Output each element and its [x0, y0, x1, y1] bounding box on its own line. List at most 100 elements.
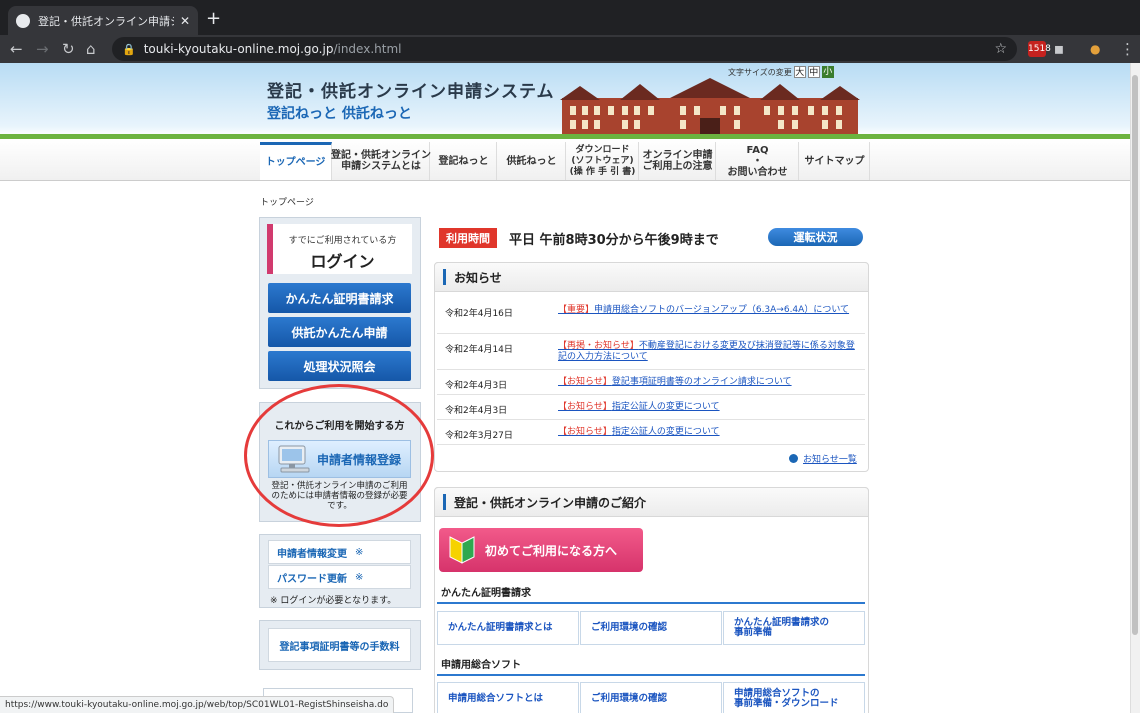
site-title[interactable]: 登記・供託オンライン申請システム — [267, 77, 555, 102]
first-time-label: 初めてご利用になる方へ — [485, 543, 618, 558]
login-heading-big: ログイン — [310, 252, 375, 271]
change-applicant-info-link[interactable]: 申請者情報変更 ※ — [268, 540, 411, 564]
news-header: お知らせ — [434, 262, 869, 292]
news-tag: 【再掲・お知らせ】 — [558, 341, 639, 351]
cell-easy-certificate-prep[interactable]: かんたん証明書請求の 事前準備 — [723, 611, 865, 645]
login-required-mark: ※ — [355, 571, 364, 583]
heading-bar — [443, 269, 446, 285]
hours-badge: 利用時間 — [439, 228, 497, 248]
address-bar[interactable]: 🔒 touki-kyoutaku-online.moj.go.jp /index… — [112, 37, 1017, 61]
news-item: 令和2年4月14日 【再掲・お知らせ】不動産登記における変更及び抹消登記等に係る… — [437, 334, 865, 370]
news-item: 令和2年4月3日 【お知らせ】指定公証人の変更について — [437, 395, 865, 420]
hours-text: 平日 午前8時30分から午後9時まで — [509, 233, 719, 248]
new-tab-icon[interactable]: + — [206, 8, 221, 29]
section-title-general-software: 申請用総合ソフト — [437, 656, 865, 676]
certificate-fee-link[interactable]: 登記事項証明書等の手数料 — [268, 628, 411, 662]
update-password-link[interactable]: パスワード更新 ※ — [268, 565, 411, 589]
menu-dots-icon[interactable]: ⋮ — [1120, 39, 1135, 59]
ministry-building-image — [560, 78, 860, 134]
tab-title: 登記・供託オンライン申請システム — [38, 14, 174, 28]
news-link[interactable]: 【お知らせ】指定公証人の変更について — [558, 402, 858, 413]
news-all-link[interactable]: お知らせ一覧 — [789, 452, 857, 465]
news-text: 申請用総合ソフトのバージョンアップ（6.3A→6.4A）について — [594, 305, 850, 315]
profile-avatar-icon[interactable]: ● — [1090, 39, 1100, 59]
login-required-note: ※ ログインが必要となります。 — [270, 596, 397, 606]
news-all-label: お知らせ一覧 — [803, 455, 857, 465]
news-tag: 【お知らせ】 — [558, 377, 612, 387]
news-item: 令和2年3月27日 【お知らせ】指定公証人の変更について — [437, 420, 865, 445]
browser-tab[interactable]: 登記・供託オンライン申請システム ✕ — [8, 6, 198, 35]
news-tag: 【重要】 — [558, 305, 595, 315]
cell-environment-check[interactable]: ご利用環境の確認 — [580, 682, 722, 713]
first-time-user-button[interactable]: 初めてご利用になる方へ — [439, 528, 643, 572]
section-title-easy-certificate: かんたん証明書請求 — [437, 584, 865, 604]
font-large-button[interactable]: 大 — [793, 66, 806, 78]
browser-tabstrip: 登記・供託オンライン申請システム ✕ + — [0, 0, 1140, 35]
url-host: touki-kyoutaku-online.moj.go.jp — [143, 42, 334, 56]
login-heading: すでにご利用されている方 ログイン — [267, 224, 412, 274]
extension-badge[interactable]: 1518 — [1028, 41, 1051, 57]
red-circle-annotation — [244, 384, 434, 527]
change-applicant-info-label: 申請者情報変更 — [277, 548, 347, 560]
news-text: 指定公証人の変更について — [611, 402, 720, 412]
easy-certificate-button[interactable]: かんたん証明書請求 — [268, 283, 411, 313]
breadcrumb: トップページ — [260, 198, 314, 208]
operation-status-button[interactable]: 運転状況 — [768, 228, 863, 246]
news-text: 登記事項証明書等のオンライン請求について — [611, 377, 792, 387]
nav-about-system[interactable]: 登記・供託オンライン 申請システムとは — [331, 142, 431, 180]
login-heading-small: すでにご利用されている方 — [288, 236, 397, 246]
news-date: 令和2年4月3日 — [445, 381, 508, 391]
news-date: 令和2年4月3日 — [445, 406, 508, 416]
intro-header: 登記・供託オンライン申請のご紹介 — [434, 487, 869, 517]
scrollbar-thumb[interactable] — [1132, 75, 1138, 635]
intro-title: 登記・供託オンライン申請のご紹介 — [454, 495, 647, 510]
heading-bar — [443, 494, 446, 510]
news-title: お知らせ — [454, 270, 502, 285]
font-size-label: 文字サイズの変更 — [728, 67, 792, 77]
news-link[interactable]: 【お知らせ】登記事項証明書等のオンライン請求について — [558, 377, 858, 388]
bookmark-star-icon[interactable]: ☆ — [994, 41, 1007, 57]
browser-status-bar: https://www.touki-kyoutaku-online.moj.go… — [0, 696, 395, 713]
font-size-switcher: 文字サイズの変更 大 中 小 — [728, 66, 834, 78]
login-required-mark: ※ — [355, 546, 364, 558]
news-item: 令和2年4月3日 【お知らせ】登記事項証明書等のオンライン請求について — [437, 370, 865, 395]
font-small-button[interactable]: 小 — [821, 66, 834, 78]
cell-software-download[interactable]: 申請用総合ソフトの 事前準備・ダウンロード — [723, 682, 865, 713]
news-link[interactable]: 【再掲・お知らせ】不動産登記における変更及び抹消登記等に係る対象登記の入力方法に… — [558, 341, 858, 363]
easy-deposit-button[interactable]: 供託かんたん申請 — [268, 317, 411, 347]
arrow-circle-icon — [789, 454, 798, 463]
news-date: 令和2年3月27日 — [445, 431, 513, 441]
news-text: 指定公証人の変更について — [611, 427, 720, 437]
nav-top-page[interactable]: トップページ — [260, 142, 332, 180]
update-password-label: パスワード更新 — [277, 573, 347, 585]
forward-icon[interactable]: → — [36, 39, 49, 59]
news-tag: 【お知らせ】 — [558, 402, 612, 412]
site-favicon-icon — [16, 13, 30, 28]
cell-about-easy-certificate[interactable]: かんたん証明書請求とは — [437, 611, 579, 645]
news-tag: 【お知らせ】 — [558, 427, 612, 437]
news-date: 令和2年4月16日 — [445, 309, 513, 319]
nav-sitemap[interactable]: サイトマップ — [800, 142, 870, 180]
lock-icon: 🔒 — [122, 42, 136, 56]
status-inquiry-button[interactable]: 処理状況照会 — [268, 351, 411, 381]
news-date: 令和2年4月14日 — [445, 345, 513, 355]
nav-kyoutaku-net[interactable]: 供託ねっと — [498, 142, 566, 180]
nav-touki-net[interactable]: 登記ねっと — [431, 142, 497, 180]
browser-toolbar: ← → ↻ ⌂ 🔒 touki-kyoutaku-online.moj.go.j… — [0, 35, 1140, 63]
news-item: 令和2年4月16日 【重要】申請用総合ソフトのバージョンアップ（6.3A→6.4… — [437, 298, 865, 334]
close-tab-icon[interactable]: ✕ — [180, 14, 190, 28]
home-icon[interactable]: ⌂ — [86, 39, 96, 59]
news-link[interactable]: 【お知らせ】指定公証人の変更について — [558, 427, 858, 438]
nav-online-notes[interactable]: オンライン申請 ご利用上の注意 — [640, 142, 716, 180]
news-link[interactable]: 【重要】申請用総合ソフトのバージョンアップ（6.3A→6.4A）について — [558, 305, 858, 316]
url-path: /index.html — [333, 42, 402, 56]
beginner-mark-icon — [449, 536, 475, 564]
cell-about-general-software[interactable]: 申請用総合ソフトとは — [437, 682, 579, 713]
font-medium-button[interactable]: 中 — [807, 66, 820, 78]
camera-extension-icon[interactable]: ◼ — [1054, 39, 1064, 59]
cell-environment-check[interactable]: ご利用環境の確認 — [580, 611, 722, 645]
nav-faq-contact[interactable]: FAQ ・ お問い合わせ — [717, 142, 799, 180]
back-icon[interactable]: ← — [10, 39, 23, 59]
nav-download[interactable]: ダウンロード (ソフトウェア) (操 作 手 引 書) — [567, 142, 639, 180]
reload-icon[interactable]: ↻ — [62, 39, 75, 59]
